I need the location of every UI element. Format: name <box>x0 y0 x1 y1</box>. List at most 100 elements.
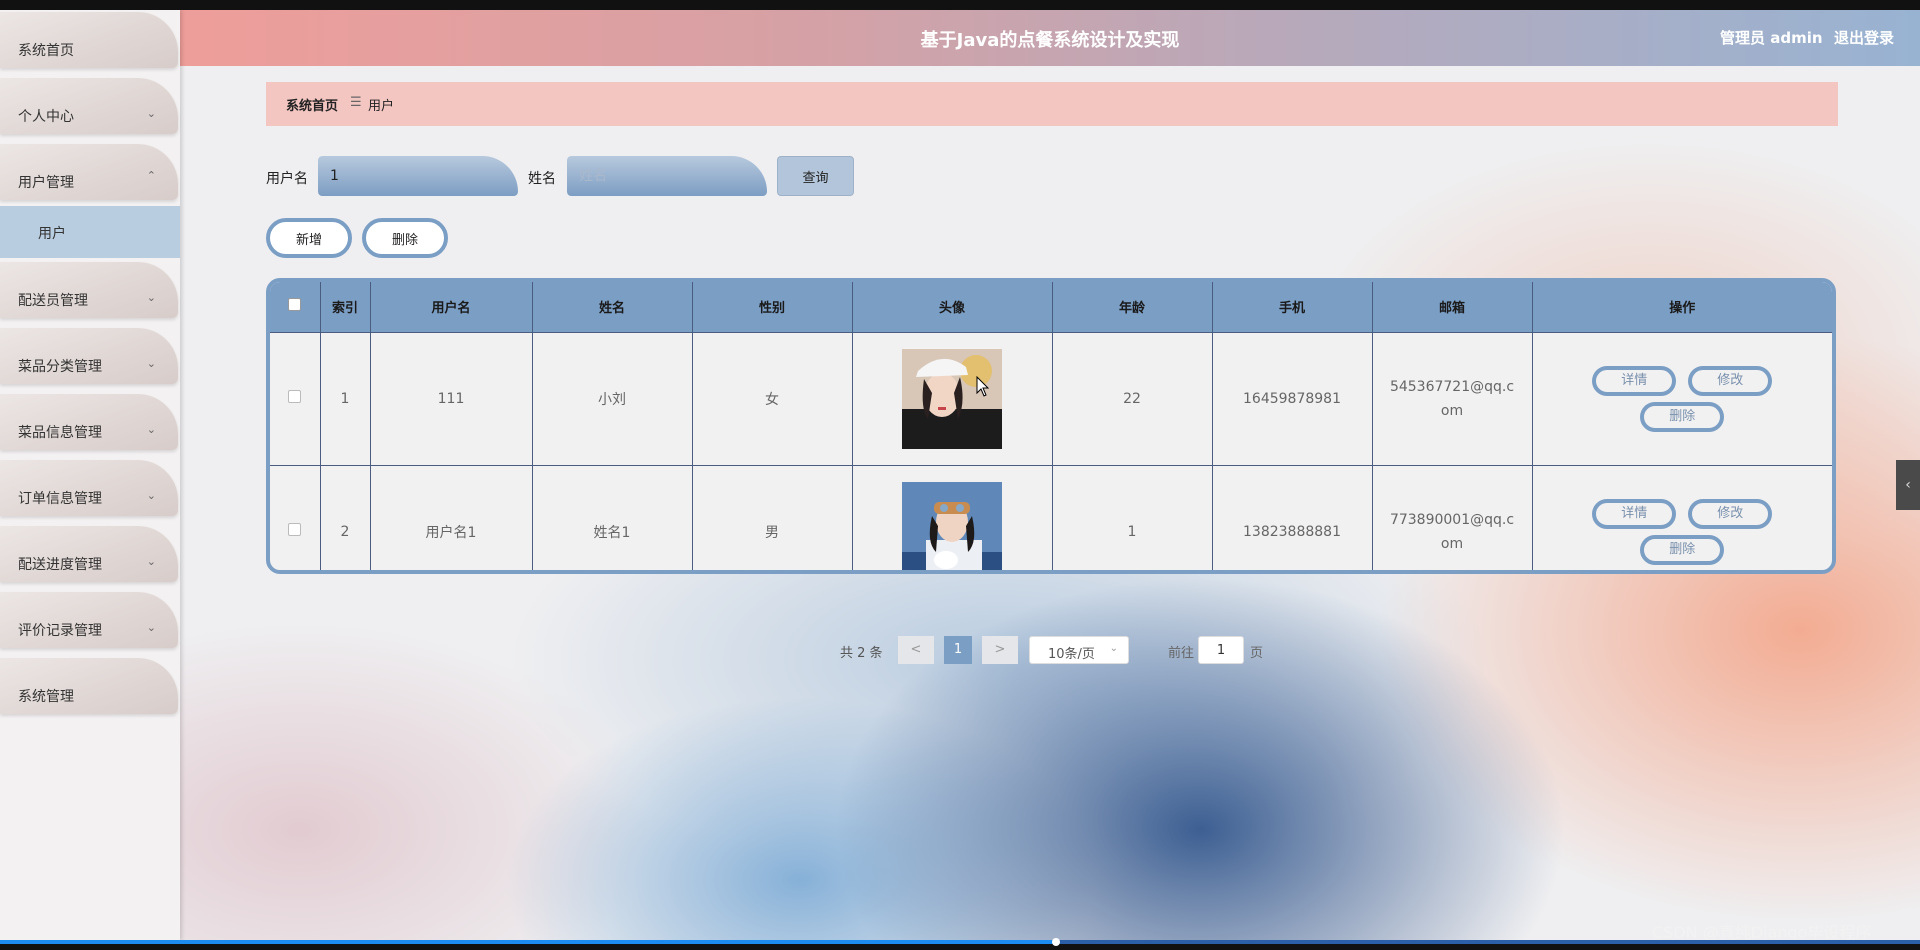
sidebar-item-dish-category[interactable]: 菜品分类管理 ⌄ <box>0 328 178 384</box>
sidebar-item-label: 系统管理 <box>18 689 74 705</box>
breadcrumb-home[interactable]: 系统首页 <box>286 95 338 114</box>
column-header: 性别 <box>692 282 853 332</box>
watermark: CSDN @真纯Django毕设程序 <box>1652 923 1872 940</box>
breadcrumb-current: 用户 <box>368 99 395 114</box>
detail-button[interactable]: 详情 <box>1592 498 1677 529</box>
column-header: 手机 <box>1212 282 1373 332</box>
chevron-down-icon: ⌄ <box>146 423 156 436</box>
cell-age: 1 <box>1052 464 1213 570</box>
chevron-down-icon: ⌄ <box>146 291 156 304</box>
sidebar-item-home[interactable]: 系统首页 <box>0 12 178 68</box>
column-header: 年龄 <box>1052 282 1213 332</box>
admin-label: 管理员 admin <box>1720 29 1823 47</box>
cell-avatar <box>852 331 1053 465</box>
cell-phone: 13823888881 <box>1212 464 1373 570</box>
edit-button[interactable]: 修改 <box>1688 365 1773 396</box>
avatar-image <box>902 481 1002 570</box>
select-all-header[interactable] <box>270 282 321 332</box>
row-delete-button[interactable]: 删除 <box>1640 401 1725 432</box>
table-header-row: 索引 用户名 姓名 性别 头像 年龄 手机 邮箱 操作 <box>270 282 1832 332</box>
delete-button[interactable]: 删除 <box>362 218 448 258</box>
username-search-input[interactable] <box>318 156 518 196</box>
add-button[interactable]: 新增 <box>266 218 352 258</box>
cell-gender: 女 <box>692 331 853 465</box>
sidebar-item-label: 配送进度管理 <box>18 557 102 573</box>
page-size-select[interactable]: 10条/页 ⌄ <box>1029 636 1129 664</box>
sidebar-item-label: 配送员管理 <box>18 293 88 309</box>
cell-username: 用户名1 <box>370 464 533 570</box>
app-frame: 系统首页 个人中心 ⌄ 用户管理 ⌃ 用户 配送员管理 ⌄ 菜品分类管理 ⌄ 菜… <box>0 10 1920 940</box>
sidebar-item-personal-center[interactable]: 个人中心 ⌄ <box>0 78 178 134</box>
sidebar-item-system-management[interactable]: 系统管理 <box>0 658 178 714</box>
goto-page-input[interactable] <box>1198 636 1244 664</box>
select-all-checkbox[interactable] <box>288 298 302 312</box>
sidebar-item-label: 用户管理 <box>18 175 74 191</box>
row-delete-button[interactable]: 删除 <box>1640 534 1725 565</box>
video-progress-fill <box>0 940 1056 944</box>
sidebar-subitem-user[interactable]: 用户 <box>0 206 180 258</box>
video-progress-handle[interactable] <box>1052 938 1060 946</box>
chevron-down-icon: ⌄ <box>146 621 156 634</box>
chevron-down-icon: ⌄ <box>146 107 156 120</box>
name-search-input[interactable] <box>567 156 767 196</box>
username-label: 用户名 <box>266 171 308 187</box>
cell-username: 111 <box>370 331 533 465</box>
table-row: 1 111 小刘 女 22 16459878981 545367721@qq.c… <box>270 331 1832 465</box>
sidebar-item-delivery-staff[interactable]: 配送员管理 ⌄ <box>0 262 178 318</box>
video-progress-bar[interactable] <box>0 938 1920 946</box>
column-header: 头像 <box>852 282 1053 332</box>
chevron-down-icon: ⌄ <box>1109 643 1118 654</box>
cell-name: 姓名1 <box>532 464 693 570</box>
row-checkbox[interactable] <box>288 390 302 403</box>
cell-avatar <box>852 464 1053 570</box>
cell-actions: 详情 修改 删除 <box>1532 464 1832 570</box>
top-header: 基于Java的点餐系统设计及实现 管理员 admin 退出登录 <box>180 10 1920 66</box>
cell-phone: 16459878981 <box>1212 331 1373 465</box>
sidebar-item-user-management[interactable]: 用户管理 ⌃ <box>0 144 178 200</box>
current-page-button[interactable]: 1 <box>944 636 972 664</box>
column-header: 用户名 <box>370 282 533 332</box>
row-checkbox[interactable] <box>288 523 302 537</box>
cell-name: 小刘 <box>532 331 693 465</box>
sidebar-item-label: 系统首页 <box>18 43 74 59</box>
sidebar-item-label: 菜品信息管理 <box>18 425 102 441</box>
page-size-value: 10条/页 <box>1048 647 1095 662</box>
sidebar-item-dish-info[interactable]: 菜品信息管理 ⌄ <box>0 394 178 450</box>
sidebar-subitem-label: 用户 <box>38 226 66 242</box>
edit-button[interactable]: 修改 <box>1688 498 1773 529</box>
chevron-up-icon: ⌃ <box>146 169 156 182</box>
logout-button[interactable]: 退出登录 <box>1834 27 1894 48</box>
pagination-total: 共 2 条 <box>840 646 883 661</box>
search-button[interactable]: 查询 <box>777 156 854 196</box>
user-table: 索引 用户名 姓名 性别 头像 年龄 手机 邮箱 操作 1 111 小刘 女 2… <box>266 278 1836 574</box>
chevron-left-icon[interactable]: ‹ <box>1896 460 1920 510</box>
name-label: 姓名 <box>528 171 556 187</box>
sidebar-item-label: 订单信息管理 <box>18 491 102 507</box>
next-page-button[interactable]: > <box>982 636 1018 664</box>
cell-actions: 详情 修改 删除 <box>1532 331 1832 465</box>
cell-gender: 男 <box>692 464 853 570</box>
sidebar-item-order-info[interactable]: 订单信息管理 ⌄ <box>0 460 178 516</box>
column-header: 索引 <box>320 282 371 332</box>
cell-email: 545367721@qq.com <box>1372 331 1533 465</box>
app-title: 基于Java的点餐系统设计及实现 <box>920 30 1180 51</box>
cell-index: 2 <box>320 464 371 570</box>
mouse-cursor-icon <box>976 376 990 397</box>
column-header: 操作 <box>1532 282 1832 332</box>
breadcrumb: 系统首页 ☰ 用户 <box>266 82 1838 126</box>
cell-email: 773890001@qq.com <box>1372 464 1533 570</box>
chevron-down-icon: ⌄ <box>146 357 156 370</box>
avatar-image <box>902 348 1002 449</box>
sidebar-item-review-records[interactable]: 评价记录管理 ⌄ <box>0 592 178 648</box>
chevron-down-icon: ⌄ <box>146 489 156 502</box>
prev-page-button[interactable]: < <box>898 636 934 664</box>
table-row: 2 用户名1 姓名1 男 1 13823888881 773890001@qq.… <box>270 464 1832 570</box>
sidebar-item-delivery-progress[interactable]: 配送进度管理 ⌄ <box>0 526 178 582</box>
cell-index: 1 <box>320 331 371 465</box>
cell-age: 22 <box>1052 331 1213 465</box>
goto-label: 前往 <box>1168 646 1195 661</box>
detail-button[interactable]: 详情 <box>1592 365 1677 396</box>
column-header: 邮箱 <box>1372 282 1533 332</box>
column-header: 姓名 <box>532 282 693 332</box>
chevron-down-icon: ⌄ <box>146 555 156 568</box>
